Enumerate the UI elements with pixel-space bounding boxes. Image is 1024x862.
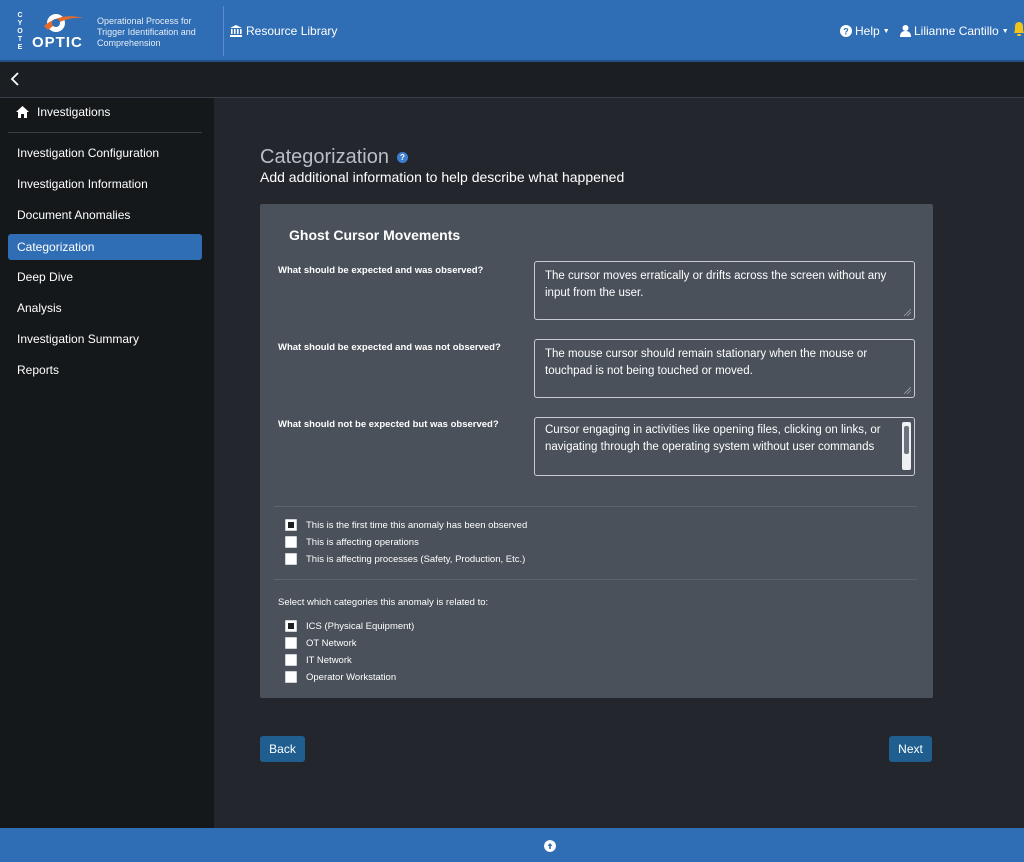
category-check-row[interactable]: OT Network bbox=[285, 637, 357, 649]
main-content: Categorization ? Add additional informat… bbox=[214, 98, 1024, 828]
chevron-down-icon: ▼ bbox=[882, 27, 890, 35]
checkbox-label: This is affecting operations bbox=[306, 536, 419, 548]
user-name: Lilianne Cantillo bbox=[914, 24, 999, 38]
ot-network-checkbox[interactable] bbox=[285, 637, 297, 649]
scrollbar-thumb[interactable] bbox=[904, 426, 909, 454]
sidebar: Investigations Investigation Configurati… bbox=[0, 98, 214, 828]
checkbox-label: OT Network bbox=[306, 637, 357, 649]
anomaly-card: Ghost Cursor Movements What should be ex… bbox=[260, 204, 933, 698]
home-icon bbox=[16, 106, 29, 118]
help-menu[interactable]: ? Help ▼ bbox=[840, 24, 890, 38]
anomaly-title: Ghost Cursor Movements bbox=[289, 227, 461, 243]
resize-grip-icon[interactable] bbox=[904, 309, 911, 316]
checkbox-label: ICS (Physical Equipment) bbox=[306, 620, 415, 632]
answer-textarea[interactable]: The mouse cursor should remain stationar… bbox=[534, 339, 915, 398]
resource-library-link[interactable]: Resource Library bbox=[230, 24, 337, 38]
sidebar-item-analysis[interactable]: Analysis bbox=[8, 295, 202, 321]
bell-icon[interactable] bbox=[1012, 20, 1024, 38]
status-check-row[interactable]: This is the first time this anomaly has … bbox=[285, 519, 527, 531]
logo-word: OPTIC bbox=[32, 34, 83, 51]
question-label: What should not be expected but was obse… bbox=[278, 419, 499, 430]
bank-icon bbox=[230, 25, 242, 37]
operator-workstation-checkbox[interactable] bbox=[285, 671, 297, 683]
answer-text: The mouse cursor should remain stationar… bbox=[545, 348, 868, 377]
status-check-row[interactable]: This is affecting operations bbox=[285, 536, 419, 548]
checkbox-label: IT Network bbox=[306, 654, 352, 666]
checkbox-label: Operator Workstation bbox=[306, 671, 397, 683]
user-icon bbox=[900, 25, 911, 37]
answer-textarea[interactable]: Cursor engaging in activities like openi… bbox=[534, 417, 915, 476]
header-divider bbox=[223, 6, 224, 56]
logo-swoosh-icon bbox=[44, 14, 84, 32]
secondary-bar bbox=[0, 62, 1024, 98]
help-circle-icon: ? bbox=[840, 25, 852, 37]
page-subtitle: Add additional information to help descr… bbox=[260, 169, 625, 185]
sidebar-item-categorization[interactable]: Categorization bbox=[8, 234, 202, 260]
affecting-operations-checkbox[interactable] bbox=[285, 536, 297, 548]
user-menu[interactable]: Lilianne Cantillo ▼ bbox=[900, 24, 1009, 38]
svg-text:?: ? bbox=[843, 27, 849, 37]
textarea-scrollbar[interactable] bbox=[902, 422, 911, 470]
help-label: Help bbox=[855, 24, 880, 38]
app-logo[interactable]: CYOTE OPTIC bbox=[16, 10, 94, 54]
page-title-text: Categorization bbox=[260, 146, 389, 168]
answer-textarea[interactable]: The cursor moves erratically or drifts a… bbox=[534, 261, 915, 320]
page-title: Categorization ? bbox=[260, 146, 408, 169]
sidebar-item-document-anomalies[interactable]: Document Anomalies bbox=[8, 202, 202, 228]
checkbox-label: This is affecting processes (Safety, Pro… bbox=[306, 553, 526, 565]
answer-text: The cursor moves erratically or drifts a… bbox=[545, 270, 887, 299]
ics-checkbox[interactable] bbox=[285, 620, 297, 632]
category-check-row[interactable]: Operator Workstation bbox=[285, 671, 396, 683]
sidebar-item-deep-dive[interactable]: Deep Dive bbox=[8, 264, 202, 290]
category-check-row[interactable]: IT Network bbox=[285, 654, 352, 666]
resource-library-label: Resource Library bbox=[246, 24, 338, 38]
top-navbar: CYOTE OPTIC Operational Process for Trig… bbox=[0, 0, 1024, 62]
sidebar-divider bbox=[8, 132, 202, 133]
category-check-row[interactable]: ICS (Physical Equipment) bbox=[285, 620, 414, 632]
question-label: What should be expected and was observed… bbox=[278, 265, 484, 276]
chevron-down-icon: ▼ bbox=[1001, 27, 1009, 35]
next-button[interactable]: Next bbox=[889, 736, 932, 762]
logo-vertical-text: CYOTE bbox=[17, 12, 23, 51]
first-time-checkbox[interactable] bbox=[285, 519, 297, 531]
it-network-checkbox[interactable] bbox=[285, 654, 297, 666]
logo-tagline: Operational Process for Trigger Identifi… bbox=[97, 16, 196, 48]
answer-text: Cursor engaging in activities like openi… bbox=[545, 424, 881, 453]
arrow-up-circle-icon[interactable] bbox=[544, 840, 556, 852]
sidebar-item-investigation-summary[interactable]: Investigation Summary bbox=[8, 326, 202, 352]
question-icon[interactable]: ? bbox=[396, 152, 408, 163]
sidebar-item-reports[interactable]: Reports bbox=[8, 357, 202, 383]
sidebar-item-investigation-configuration[interactable]: Investigation Configuration bbox=[8, 140, 202, 166]
card-divider bbox=[274, 506, 917, 507]
question-label: What should be expected and was not obse… bbox=[278, 342, 501, 353]
back-button[interactable]: Back bbox=[260, 736, 305, 762]
category-prompt: Select which categories this anomaly is … bbox=[278, 597, 489, 608]
status-check-row[interactable]: This is affecting processes (Safety, Pro… bbox=[285, 553, 525, 565]
sidebar-item-investigations[interactable]: Investigations bbox=[16, 105, 110, 119]
chevron-left-icon[interactable] bbox=[8, 70, 24, 88]
affecting-processes-checkbox[interactable] bbox=[285, 553, 297, 565]
card-divider bbox=[274, 579, 917, 580]
resize-grip-icon[interactable] bbox=[904, 387, 911, 394]
footer-bar bbox=[0, 828, 1024, 862]
checkbox-label: This is the first time this anomaly has … bbox=[306, 519, 528, 531]
sidebar-head-label: Investigations bbox=[37, 105, 111, 119]
sidebar-item-investigation-information[interactable]: Investigation Information bbox=[8, 171, 202, 197]
